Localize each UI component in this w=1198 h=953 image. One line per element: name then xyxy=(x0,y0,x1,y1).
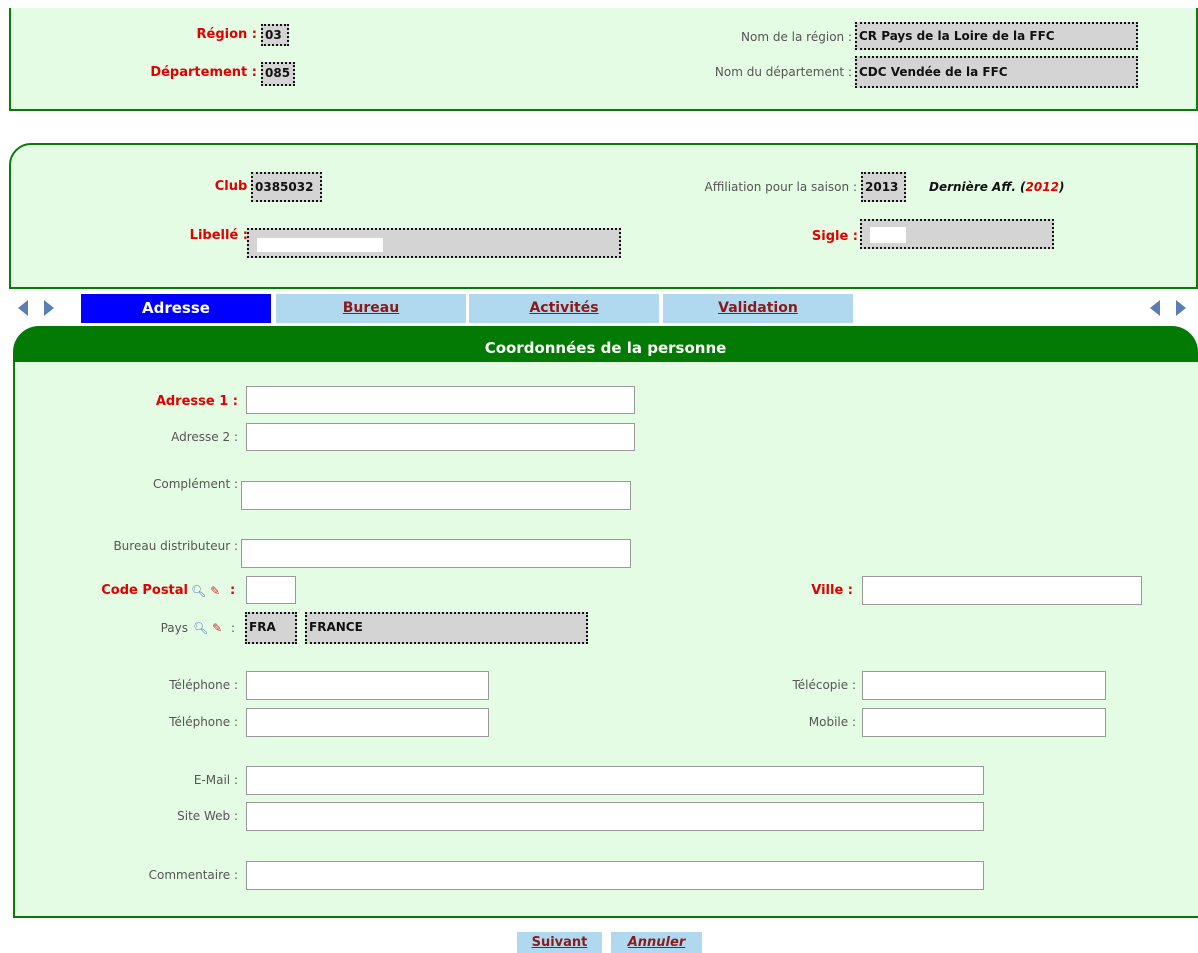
telephone1-label: Téléphone : xyxy=(169,678,238,692)
club-panel xyxy=(9,143,1198,289)
pays-name-field: FRANCE xyxy=(305,612,588,644)
club-code-field: 0385032 xyxy=(251,172,322,202)
commentaire-input[interactable] xyxy=(246,861,984,890)
department-name-label: Nom du département : xyxy=(714,65,852,79)
siteweb-label: Site Web : xyxy=(177,809,238,823)
adresse1-input[interactable] xyxy=(246,386,635,414)
arrow-right-icon[interactable] xyxy=(1176,300,1186,316)
arrow-left-icon[interactable] xyxy=(18,300,28,316)
ville-input[interactable] xyxy=(862,576,1142,605)
code-postal-label: Code Postal xyxy=(101,583,188,598)
tab-activites[interactable]: Activités xyxy=(469,294,659,323)
code-postal-input[interactable] xyxy=(246,576,296,604)
department-name-field: CDC Vendée de la FFC xyxy=(855,56,1138,88)
adresse1-label: Adresse 1 : xyxy=(155,394,238,409)
magnifier-icon[interactable]: 🔍︎ xyxy=(193,621,208,635)
complement-input[interactable] xyxy=(241,481,631,510)
pays-code-field: FRA xyxy=(245,612,297,644)
pays-label: Pays xyxy=(160,621,188,635)
sigle-label: Sigle : xyxy=(811,229,858,244)
eraser-icon[interactable]: ✎ xyxy=(212,621,222,635)
redacted-block xyxy=(870,227,906,243)
tab-bureau[interactable]: Bureau xyxy=(276,294,466,323)
telephone2-label: Téléphone : xyxy=(169,715,238,729)
affiliation-season-field: 2013 xyxy=(861,172,906,202)
region-code-field: 03 xyxy=(261,24,289,46)
region-name-label: Nom de la région : xyxy=(741,30,852,44)
redacted-block xyxy=(257,238,383,252)
sigle-field xyxy=(860,219,1054,249)
email-input[interactable] xyxy=(246,766,984,795)
code-postal-tools: 🔍︎ ✎ xyxy=(191,584,220,598)
email-label: E-Mail : xyxy=(193,773,238,787)
libelle-label: Libellé : xyxy=(189,228,248,243)
adresse2-input[interactable] xyxy=(246,423,635,451)
arrow-right-icon[interactable] xyxy=(44,300,54,316)
pays-tools: 🔍︎ ✎ xyxy=(193,621,222,635)
region-label: Région : xyxy=(196,27,258,42)
department-code-field: 085 xyxy=(261,62,295,86)
mobile-input[interactable] xyxy=(862,708,1106,737)
telecopie-label: Télécopie : xyxy=(792,678,856,692)
last-affiliation-year: 2012 xyxy=(1025,180,1059,194)
libelle-field xyxy=(247,228,621,258)
bureau-distributeur-input[interactable] xyxy=(241,539,631,568)
tab-adresse[interactable]: Adresse xyxy=(81,294,271,323)
last-affiliation-close: ) xyxy=(1058,180,1065,194)
last-affiliation-label: Dernière Aff. ( xyxy=(929,180,1026,194)
suivant-button[interactable]: Suivant xyxy=(517,932,602,953)
ville-label: Ville : xyxy=(811,583,853,598)
region-name-field: CR Pays de la Loire de la FFC xyxy=(855,22,1138,50)
telephone2-input[interactable] xyxy=(246,708,489,737)
complement-label: Complément : xyxy=(153,477,238,491)
section-title: Coordonnées de la personne xyxy=(484,339,727,357)
telephone1-input[interactable] xyxy=(246,671,489,700)
annuler-button[interactable]: Annuler xyxy=(611,932,702,953)
bureau-distributeur-label: Bureau distributeur : xyxy=(113,539,238,553)
department-label: Département : xyxy=(150,65,257,80)
mobile-label: Mobile : xyxy=(808,715,856,729)
eraser-icon[interactable]: ✎ xyxy=(210,584,220,598)
section-header: Coordonnées de la personne xyxy=(13,326,1198,362)
adresse2-label: Adresse 2 : xyxy=(171,430,238,444)
code-postal-colon: : xyxy=(230,583,236,598)
magnifier-icon[interactable]: 🔍︎ xyxy=(191,584,206,598)
pays-colon: : xyxy=(231,621,236,635)
telecopie-input[interactable] xyxy=(862,671,1106,700)
commentaire-label: Commentaire : xyxy=(148,868,238,882)
affiliation-label: Affiliation pour la saison : xyxy=(704,180,857,194)
arrow-left-icon[interactable] xyxy=(1150,300,1160,316)
last-affiliation: Dernière Aff. (2012) xyxy=(929,180,1064,194)
siteweb-input[interactable] xyxy=(246,802,984,831)
tab-validation[interactable]: Validation xyxy=(663,294,853,323)
